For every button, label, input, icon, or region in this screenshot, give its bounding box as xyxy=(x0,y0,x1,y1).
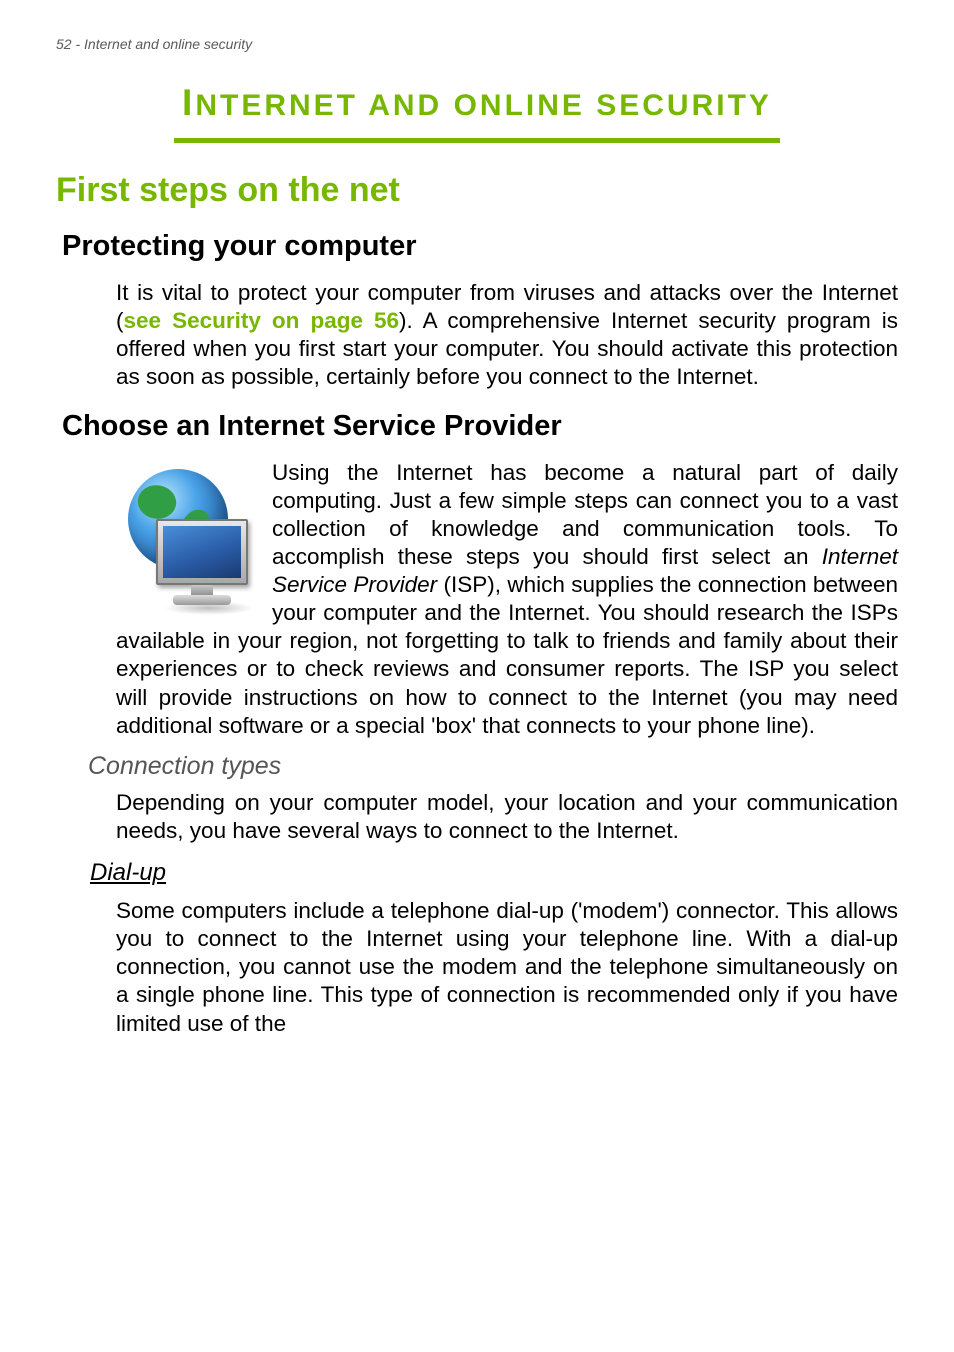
security-link[interactable]: see Security on page 56 xyxy=(124,308,400,333)
para-isp-a: Using the Internet has become a natural … xyxy=(272,460,898,569)
heading-isp: Choose an Internet Service Provider xyxy=(62,410,898,443)
para-protecting: It is vital to protect your computer fro… xyxy=(116,279,898,392)
heading-protecting: Protecting your computer xyxy=(62,230,898,263)
monitor-base xyxy=(173,595,231,605)
header-section: Internet and online security xyxy=(84,36,252,52)
heading-connection-types: Connection types xyxy=(88,752,898,781)
heading-dialup: Dial-up xyxy=(90,859,898,887)
title-and: AND xyxy=(358,89,454,122)
title-word-1: NTERNET xyxy=(195,89,358,122)
monitor-screen xyxy=(163,526,241,578)
globe-monitor-icon xyxy=(116,461,256,611)
heading-first-steps: First steps on the net xyxy=(56,171,898,210)
isp-block: Using the Internet has become a natural … xyxy=(116,459,898,740)
title-block: INTERNET AND ONLINE SECURITY xyxy=(56,82,898,143)
title-char-big: I xyxy=(182,82,195,123)
main-title: INTERNET AND ONLINE SECURITY xyxy=(174,82,780,143)
document-page: 52 - Internet and online security INTERN… xyxy=(0,0,954,1038)
para-connection-types: Depending on your computer model, your l… xyxy=(116,789,898,845)
header-sep: - xyxy=(72,36,84,52)
title-word-2: ONLINE xyxy=(454,89,585,122)
monitor-icon xyxy=(156,519,248,585)
page-header: 52 - Internet and online security xyxy=(56,36,898,52)
page-number: 52 xyxy=(56,36,72,52)
para-dialup: Some computers include a telephone dial-… xyxy=(116,897,898,1038)
title-word-3: SECURITY xyxy=(585,89,772,122)
